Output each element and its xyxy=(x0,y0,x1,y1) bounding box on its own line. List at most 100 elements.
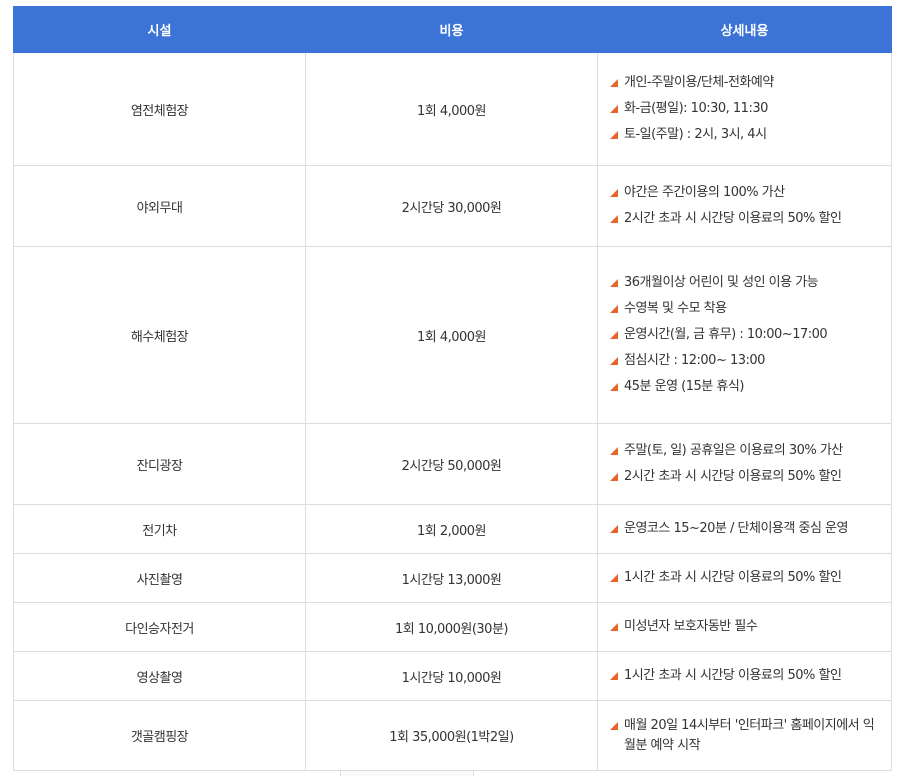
details-list: 36개월이상 어린이 및 성인 이용 가능수영복 및 수모 착용운영시간(월, … xyxy=(610,273,883,397)
table-row: 잔디광장 2시간당 50,000원 주말(토, 일) 공휴일은 이용료의 30% 가… xyxy=(13,423,892,505)
cost-cell: 2시간당 50,000원 xyxy=(305,423,598,505)
bullet-icon xyxy=(610,105,618,113)
list-item: 미성년자 보호자동반 필수 xyxy=(610,617,883,637)
bullet-icon xyxy=(610,79,618,87)
facility-cell: 잔디광장 xyxy=(13,423,306,505)
list-item: 45분 운영 (15분 휴식) xyxy=(610,377,883,397)
facility-fee-table: 시설 비용 상세내용 염전체험장 1회 4,000원 개인-주말이용/단체-전화예약… xyxy=(13,6,892,771)
detail-text: 36개월이상 어린이 및 성인 이용 가능 xyxy=(624,275,819,290)
details-list: 개인-주말이용/단체-전화예약화-금(평일): 10:30, 11:30 토-일(… xyxy=(610,73,883,145)
table-header-row: 시설 비용 상세내용 xyxy=(13,6,892,53)
list-item: 2시간 초과 시 시간당 이용료의 50% 할인 xyxy=(610,209,883,229)
table-body: 염전체험장 1회 4,000원 개인-주말이용/단체-전화예약 화-금(평일): 10… xyxy=(13,52,892,771)
details-list: 매월 20일 14시부터 '인터파크' 홈페이지에서 익월분 예약 시작 xyxy=(610,716,883,756)
table-row: 전기차 1회 2,000원 운영코스 15~20분 / 단체이용객 중심 운영 xyxy=(13,504,892,554)
header-cost: 비용 xyxy=(305,6,598,53)
cost-cell: 1회 35,000원(1박2일) xyxy=(305,700,598,771)
bullet-icon xyxy=(610,574,618,582)
bottom-tab-edge xyxy=(340,770,474,776)
cost-cell: 1회 2,000원 xyxy=(305,504,598,554)
list-item: 토-일(주말) : 2시, 3시, 4시 xyxy=(610,125,883,145)
facility-cell: 사진촬영 xyxy=(13,553,306,603)
details-cell: 1시간 초과 시 시간당 이용료의 50% 할인 xyxy=(597,651,892,701)
list-item: 1시간 초과 시 시간당 이용료의 50% 할인 xyxy=(610,568,883,588)
table-row: 해수체험장 1회 4,000원 36개월이상 어린이 및 성인 이용 가능 수영복 및… xyxy=(13,246,892,424)
details-list: 미성년자 보호자동반 필수 xyxy=(610,617,883,637)
facility-cell: 염전체험장 xyxy=(13,52,306,166)
list-item: 개인-주말이용/단체-전화예약 xyxy=(610,73,883,93)
facility-cell: 야외무대 xyxy=(13,165,306,247)
table-row: 사진촬영 1시간당 13,000원 1시간 초과 시 시간당 이용료의 50% 할인 xyxy=(13,553,892,603)
bullet-icon xyxy=(610,331,618,339)
cost-cell: 1시간당 10,000원 xyxy=(305,651,598,701)
bullet-icon xyxy=(610,305,618,313)
bullet-icon xyxy=(610,672,618,680)
detail-text: 운영코스 15~20분 / 단체이용객 중심 운영 xyxy=(624,521,848,536)
cost-cell: 2시간당 30,000원 xyxy=(305,165,598,247)
detail-text: 주말(토, 일) 공휴일은 이용료의 30% 가산 xyxy=(624,443,843,458)
detail-text: 토-일(주말) : 2시, 3시, 4시 xyxy=(624,127,767,142)
details-cell: 운영코스 15~20분 / 단체이용객 중심 운영 xyxy=(597,504,892,554)
details-list: 1시간 초과 시 시간당 이용료의 50% 할인 xyxy=(610,666,883,686)
details-list: 운영코스 15~20분 / 단체이용객 중심 운영 xyxy=(610,519,883,539)
detail-text: 2시간 초과 시 시간당 이용료의 50% 할인 xyxy=(624,211,842,226)
facility-cell: 영상촬영 xyxy=(13,651,306,701)
detail-text: 야간은 주간이용의 100% 가산 xyxy=(624,185,785,200)
bullet-icon xyxy=(610,623,618,631)
bullet-icon xyxy=(610,721,618,730)
list-item: 점심시간 : 12:00~ 13:00 xyxy=(610,351,883,371)
detail-text: 1시간 초과 시 시간당 이용료의 50% 할인 xyxy=(624,668,842,683)
list-item: 야간은 주간이용의 100% 가산 xyxy=(610,183,883,203)
details-list: 주말(토, 일) 공휴일은 이용료의 30% 가산 2시간 초과 시 시간당 이용… xyxy=(610,441,883,487)
list-item: 1시간 초과 시 시간당 이용료의 50% 할인 xyxy=(610,666,883,686)
details-cell: 주말(토, 일) 공휴일은 이용료의 30% 가산 2시간 초과 시 시간당 이용… xyxy=(597,423,892,505)
details-cell: 야간은 주간이용의 100% 가산 2시간 초과 시 시간당 이용료의 50% 할… xyxy=(597,165,892,247)
table-row: 야외무대 2시간당 30,000원 야간은 주간이용의 100% 가산 2시간 초과 … xyxy=(13,165,892,247)
details-cell: 매월 20일 14시부터 '인터파크' 홈페이지에서 익월분 예약 시작 xyxy=(597,700,892,771)
header-details: 상세내용 xyxy=(597,6,892,53)
bullet-icon xyxy=(610,357,618,365)
detail-text: 45분 운영 (15분 휴식) xyxy=(624,379,744,394)
detail-text: 미성년자 보호자동반 필수 xyxy=(624,619,758,634)
bullet-icon xyxy=(610,525,618,533)
detail-text: 운영시간(월, 금 휴무) : 10:00~17:00 xyxy=(624,327,828,342)
facility-cell: 전기차 xyxy=(13,504,306,554)
details-cell: 36개월이상 어린이 및 성인 이용 가능수영복 및 수모 착용운영시간(월, … xyxy=(597,246,892,424)
cost-cell: 1시간당 13,000원 xyxy=(305,553,598,603)
bullet-icon xyxy=(610,279,618,287)
cost-cell: 1회 10,000원(30분) xyxy=(305,602,598,652)
table-row: 갯골캠핑장 1회 35,000원(1박2일) 매월 20일 14시부터 '인터파크'… xyxy=(13,700,892,771)
details-cell: 미성년자 보호자동반 필수 xyxy=(597,602,892,652)
list-item: 운영코스 15~20분 / 단체이용객 중심 운영 xyxy=(610,519,883,539)
table-row: 영상촬영 1시간당 10,000원 1시간 초과 시 시간당 이용료의 50% 할인 xyxy=(13,651,892,701)
bullet-icon xyxy=(610,473,618,481)
detail-text: 1시간 초과 시 시간당 이용료의 50% 할인 xyxy=(624,570,842,585)
bullet-icon xyxy=(610,131,618,139)
cost-cell: 1회 4,000원 xyxy=(305,52,598,166)
bullet-icon xyxy=(610,189,618,197)
detail-text: 2시간 초과 시 시간당 이용료의 50% 할인 xyxy=(624,469,842,484)
details-cell: 1시간 초과 시 시간당 이용료의 50% 할인 xyxy=(597,553,892,603)
bullet-icon xyxy=(610,447,618,455)
detail-text: 매월 20일 14시부터 '인터파크' 홈페이지에서 익월분 예약 시작 xyxy=(624,717,875,753)
facility-cell: 갯골캠핑장 xyxy=(13,700,306,771)
bullet-icon xyxy=(610,215,618,223)
list-item: 운영시간(월, 금 휴무) : 10:00~17:00 xyxy=(610,325,883,345)
facility-cell: 해수체험장 xyxy=(13,246,306,424)
detail-text: 화-금(평일): 10:30, 11:30 xyxy=(624,101,768,116)
list-item: 화-금(평일): 10:30, 11:30 xyxy=(610,99,883,119)
details-list: 1시간 초과 시 시간당 이용료의 50% 할인 xyxy=(610,568,883,588)
list-item: 주말(토, 일) 공휴일은 이용료의 30% 가산 xyxy=(610,441,883,461)
list-item: 매월 20일 14시부터 '인터파크' 홈페이지에서 익월분 예약 시작 xyxy=(610,716,883,756)
table-row: 염전체험장 1회 4,000원 개인-주말이용/단체-전화예약 화-금(평일): 10… xyxy=(13,52,892,166)
cost-cell: 1회 4,000원 xyxy=(305,246,598,424)
detail-text: 점심시간 : 12:00~ 13:00 xyxy=(624,353,765,368)
list-item: 36개월이상 어린이 및 성인 이용 가능 xyxy=(610,273,883,293)
list-item: 수영복 및 수모 착용 xyxy=(610,299,883,319)
table-row: 다인승자전거 1회 10,000원(30분) 미성년자 보호자동반 필수 xyxy=(13,602,892,652)
detail-text: 수영복 및 수모 착용 xyxy=(624,301,727,316)
detail-text: 개인-주말이용/단체-전화예약 xyxy=(624,75,774,90)
details-cell: 개인-주말이용/단체-전화예약화-금(평일): 10:30, 11:30 토-일(… xyxy=(597,52,892,166)
facility-cell: 다인승자전거 xyxy=(13,602,306,652)
header-facility: 시설 xyxy=(13,6,306,53)
